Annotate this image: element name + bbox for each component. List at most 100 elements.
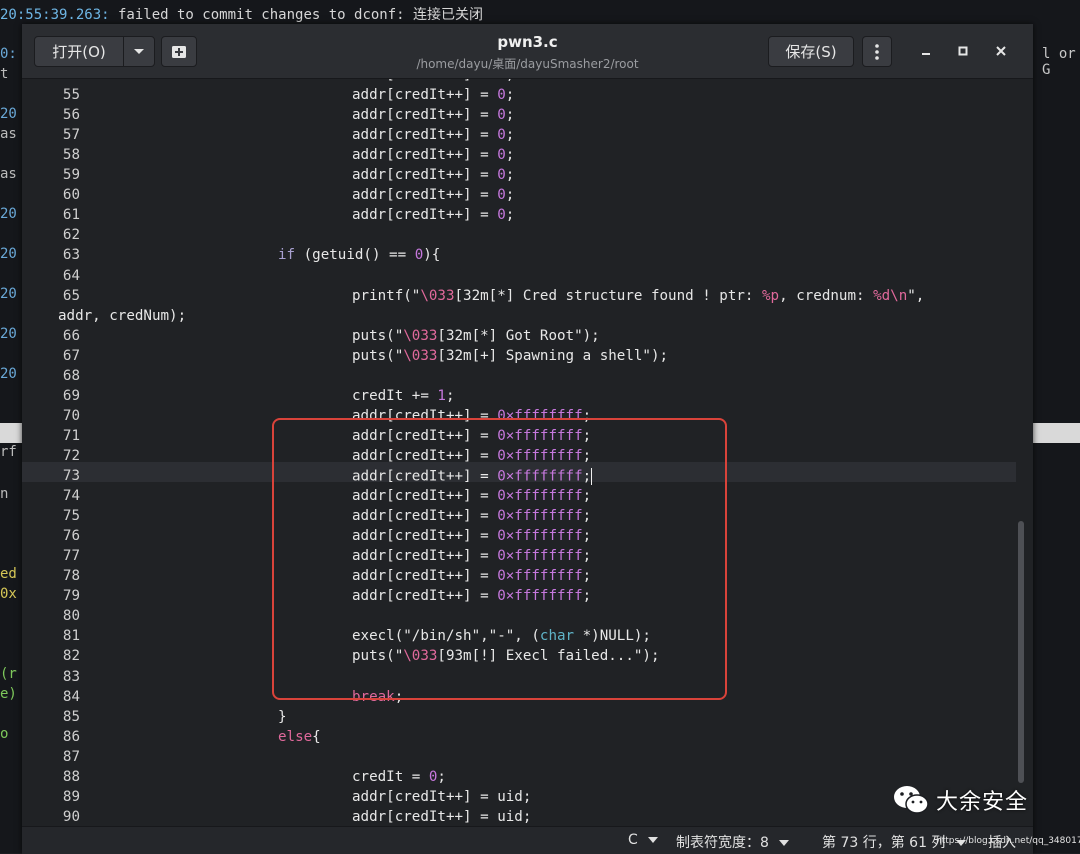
code-line: addr[credIt++] = 0; (352, 147, 514, 163)
terminal-timestamp: 20:55:39.263: (0, 7, 110, 23)
terminal-fragment: e) (0, 686, 17, 702)
code-editor[interactable]: 54 addr[credIt++] = 0; 55 addr[credIt++] = … (22, 79, 1018, 825)
line-number: 86 (62, 728, 80, 745)
code-token: ) (423, 247, 432, 264)
line-number: 71 (62, 427, 80, 444)
terminal-fragment: as (0, 126, 17, 142)
line-number: 75 (62, 508, 80, 525)
menu-button[interactable] (862, 36, 892, 67)
code-token: ; (505, 127, 515, 144)
terminal-fragment: 0x (0, 586, 17, 602)
line-number: 60 (62, 187, 80, 204)
code-line: addr[credIt++] = 0; (352, 187, 514, 203)
close-icon (996, 46, 1006, 56)
line-number: 76 (62, 528, 80, 545)
terminal-fragment: n (0, 486, 9, 502)
code-token: addr[credIt++] = uid; (352, 808, 532, 825)
code-token: ; (505, 107, 515, 124)
terminal-fragment: t (0, 66, 9, 82)
terminal-fragment: 20 (0, 106, 17, 122)
tab-width-selector[interactable]: 制表符宽度：8 (676, 832, 790, 852)
code-line: else{ (278, 729, 321, 745)
code-token: printf(" (352, 287, 421, 304)
code-token: 1 (437, 387, 446, 404)
save-button[interactable]: 保存(S) (768, 36, 854, 67)
terminal-fragment: 20 (0, 326, 17, 342)
line-number: 87 (62, 748, 80, 765)
terminal-fragment: 0: (0, 46, 17, 62)
line-number: 73 (62, 468, 80, 484)
line-number: 57 (62, 127, 80, 144)
code-token: puts(" (352, 347, 404, 364)
code-token: %p (762, 287, 780, 304)
code-token: 0 (497, 167, 506, 184)
code-token: { (312, 728, 321, 745)
tab-width-label: 制表符宽度：8 (676, 835, 769, 851)
code-token: 0 (497, 187, 506, 204)
vertical-scrollbar[interactable] (1016, 79, 1026, 825)
scrollbar-thumb[interactable] (1018, 521, 1024, 783)
terminal-fragment: 20 (0, 366, 17, 382)
minimize-icon (922, 53, 930, 55)
line-number: 58 (62, 147, 80, 164)
code-token: ; (505, 187, 515, 204)
line-number: 65 (62, 287, 80, 304)
language-selector[interactable]: C (628, 832, 659, 848)
minimize-button[interactable] (913, 38, 939, 64)
code-line: addr[credIt++] = 0; (352, 207, 514, 223)
code-line: addr, credNum); (58, 308, 186, 324)
line-number: 62 (62, 227, 80, 244)
maximize-button[interactable] (950, 38, 976, 64)
code-line: addr[credIt++] = 0; (352, 127, 514, 143)
line-number: 72 (62, 447, 80, 464)
code-line: credIt += 1; (352, 388, 455, 404)
code-line: addr[credIt++] = 0; (352, 107, 514, 123)
code-token: ; (437, 768, 446, 785)
line-number: 81 (62, 628, 80, 645)
code-token: if (278, 247, 296, 264)
code-token: 0 (497, 79, 506, 83)
code-line: addr[credIt++] = uid; (352, 789, 531, 805)
code-token: [32m[*] Cred structure found ! ptr: (454, 287, 763, 304)
language-label: C (628, 832, 638, 848)
code-token: %d (873, 287, 891, 304)
cursor-position-label: 第 73 行，第 61 列 (822, 835, 946, 851)
code-line: puts("\033[32m[*] Got Root"); (352, 328, 600, 344)
code-token: \033 (420, 287, 455, 304)
code-token: [32m[+] Spawning a shell"); (437, 347, 669, 364)
watermark-brand: 大余安全 (936, 790, 1029, 815)
line-number: 82 (62, 648, 80, 665)
close-button[interactable] (988, 38, 1014, 64)
code-token: 0 (497, 147, 506, 164)
line-number: 78 (62, 568, 80, 585)
code-token: \033 (403, 327, 438, 344)
annotation-highlight-box (272, 418, 727, 700)
terminal-fragment: rf (0, 444, 17, 460)
line-number: 84 (62, 688, 80, 705)
terminal-message: failed to commit changes to dconf: 连接已关闭 (109, 7, 484, 23)
terminal-fragment: ed (0, 566, 17, 582)
terminal-fragment: o (0, 726, 9, 742)
terminal-top-line: 20:55:39.263: failed to commit changes t… (0, 4, 483, 24)
code-token: addr[credIt++] = (352, 107, 498, 124)
code-line: addr[credIt++] = 0; (352, 87, 514, 103)
code-token: credIt = (352, 768, 429, 785)
terminal-fragment: as (0, 166, 17, 182)
line-number: 70 (62, 407, 80, 424)
code-token: addr[credIt++] = (352, 87, 498, 104)
code-token: } (278, 708, 287, 725)
header-bar: 打开(O) pwn3.c /home/dayu/桌面/dayuSmasher2/… (22, 24, 1033, 79)
code-token: ; (505, 207, 515, 224)
line-number: 55 (62, 87, 80, 104)
chevron-down-icon (779, 840, 790, 846)
line-number: 80 (62, 608, 80, 625)
code-token: addr[credIt++] = uid; (352, 788, 532, 805)
editor-window: 打开(O) pwn3.c /home/dayu/桌面/dayuSmasher2/… (22, 24, 1033, 854)
code-token: 0 (414, 247, 424, 264)
code-token: addr[credIt++] = (352, 147, 498, 164)
code-token: addr[credIt++] = (352, 187, 498, 204)
code-line: credIt = 0; (352, 769, 446, 785)
terminal-fragment: 20 (0, 286, 17, 302)
code-token: ; (445, 387, 455, 404)
line-number: 79 (62, 588, 80, 605)
